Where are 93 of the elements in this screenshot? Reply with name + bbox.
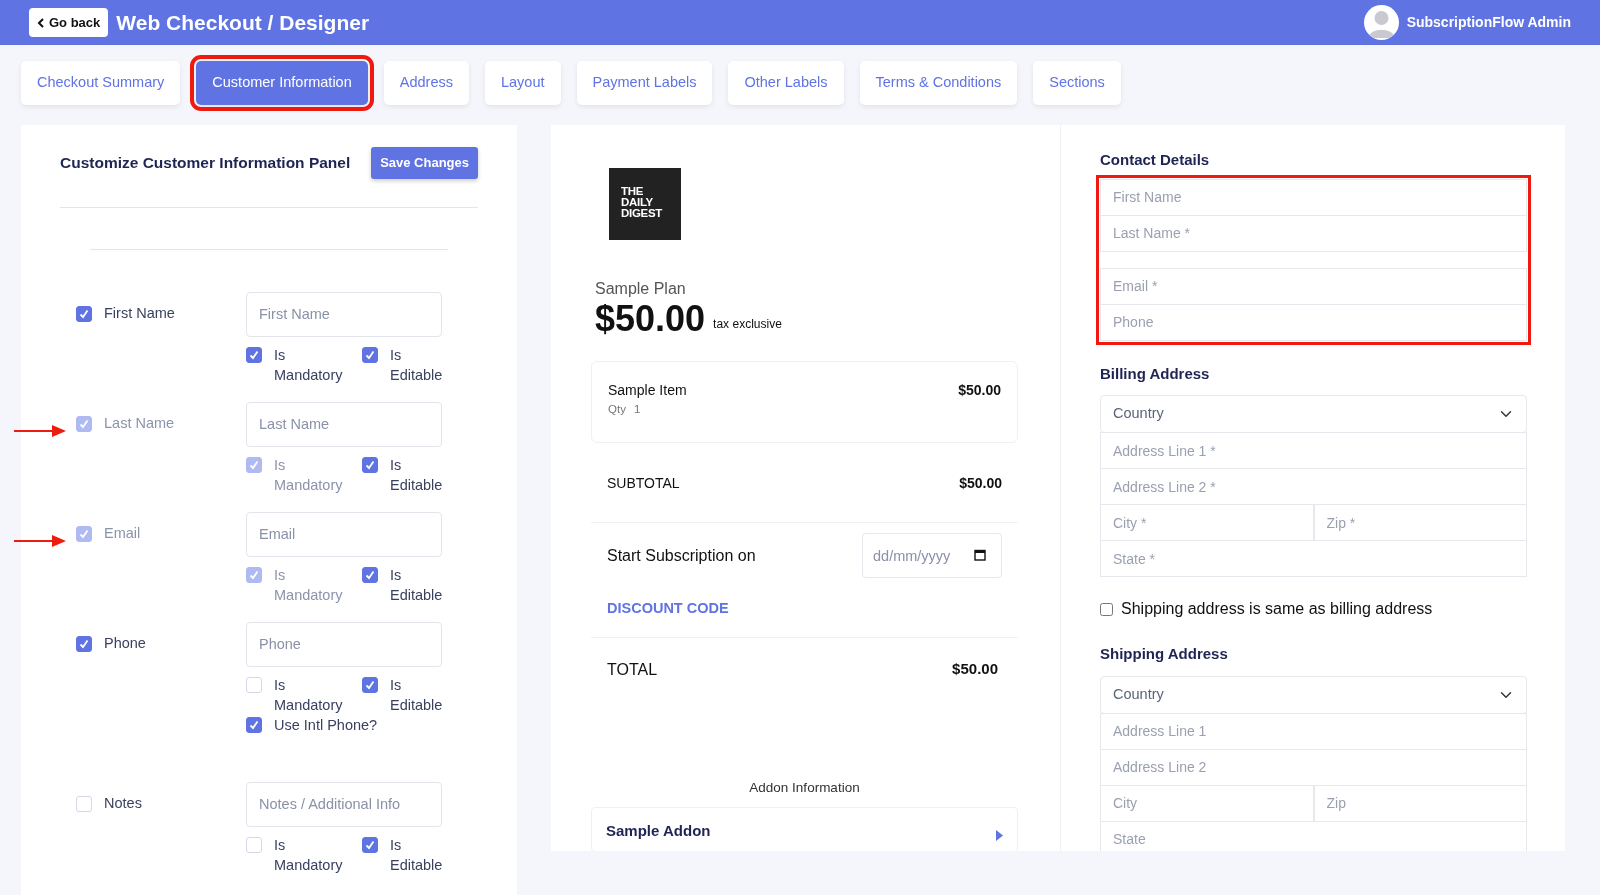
addon-row[interactable]: Sample Addon [591,807,1018,851]
calendar-icon[interactable] [974,549,986,561]
price: $50.00 [595,301,706,337]
qty-value: 1 [633,402,641,417]
checkbox-label: Shipping address is same as billing address [1121,599,1433,619]
back-button[interactable]: Go back [29,7,109,38]
option-label: Is Editable [390,565,443,605]
checkmark-icon [249,569,259,580]
item-name: Sample Item [608,381,687,400]
plan-name: Sample Plan [595,279,687,299]
checkbox[interactable] [76,306,92,322]
text-input[interactable]: City [1100,784,1314,822]
checkbox[interactable] [362,346,378,363]
discount-code-link[interactable]: DISCOUNT CODE [607,600,729,616]
checkmark-icon [365,459,375,470]
panel-title: Customize Customer Information Panel [60,153,351,173]
chevron-left-icon [37,17,45,28]
user-name[interactable]: SubscriptionFlow Admin [1406,12,1571,33]
tab[interactable]: Address [383,61,469,105]
option-label: Is Editable [390,675,443,715]
text-input[interactable]: Email * [1100,267,1527,305]
addon-heading: Addon Information [748,779,861,797]
checkmark-icon [249,459,259,470]
tab[interactable]: Layout [484,61,561,105]
option-label: Is Editable [390,835,443,875]
logo: THE DAILY DIGEST [609,168,681,240]
page-title: Web Checkout / Designer [116,9,370,36]
text-input[interactable]: Notes / Additional Info [246,781,442,827]
text-input[interactable]: City * [1100,504,1314,541]
avatar-icon [1363,5,1399,40]
save-changes-button[interactable]: Save Changes [371,147,478,179]
tab[interactable]: Payment Labels [576,61,713,105]
text-input[interactable]: Address Line 2 [1100,748,1527,786]
subtotal-label: SUBTOTAL [607,474,680,493]
section-heading: Billing Address [1100,363,1211,384]
price-note: tax exclusive [713,316,782,333]
checkbox[interactable] [76,636,92,652]
country-select[interactable]: Country [1100,675,1527,714]
total-label: TOTAL [607,660,658,680]
text-input[interactable]: Address Line 1 * [1100,432,1527,469]
checkbox[interactable] [246,716,262,733]
text-input[interactable]: Zip [1313,784,1527,822]
section-heading: Shipping Address [1100,644,1229,664]
tab[interactable]: Sections [1033,61,1121,105]
checkmark-icon [79,419,89,429]
checkbox[interactable] [246,346,262,363]
option-label: Is Mandatory [274,345,343,385]
tab[interactable]: Other Labels [728,61,844,105]
checkbox[interactable] [1100,602,1113,616]
checkmark-icon [365,349,375,360]
checkmark-icon [365,569,375,580]
checkmark-icon [79,529,89,539]
option-label: Is Editable [390,345,443,385]
text-input[interactable]: Address Line 2 * [1100,468,1527,505]
country-select[interactable]: Country [1100,395,1527,433]
field-label: Notes [104,794,142,814]
item-amount: $50.00 [958,381,1001,400]
text-input[interactable]: First Name [1100,178,1527,216]
text-input[interactable]: State * [1100,540,1527,577]
start-label: Start Subscription on [607,545,756,566]
tab[interactable]: Terms & Conditions [859,61,1018,105]
option-label: Is Editable [390,455,443,495]
field-label: First Name [104,304,175,324]
option-label: Use Intl Phone? [274,715,378,735]
text-input[interactable]: Zip * [1313,504,1527,541]
text-input[interactable]: Address Line 1 [1100,712,1527,750]
option-label: Is Mandatory [274,455,343,495]
checkmark-icon [249,719,259,730]
checkmark-icon [365,679,375,690]
checkbox[interactable] [362,836,378,853]
total-amount: $50.00 [952,659,998,679]
tab[interactable]: Checkout Summary [21,61,181,105]
option-label: Is Mandatory [274,675,343,715]
date-field[interactable]: dd/mm/yyyy [862,533,1002,578]
text-input[interactable]: First Name [246,291,442,337]
text-input[interactable]: State [1100,820,1527,851]
checkmark-icon [79,309,89,319]
checkbox[interactable] [362,676,378,693]
field-label: Email [104,524,141,544]
subtotal-amount: $50.00 [959,474,1002,493]
checkmark-icon [79,639,89,649]
qty-label: Qty [608,402,626,417]
text-input[interactable]: Phone [246,621,442,667]
text-input[interactable]: Phone [1100,303,1527,341]
text-input[interactable]: Last Name * [1100,214,1527,252]
option-label: Is Mandatory [274,565,343,605]
option-label: Is Mandatory [274,835,343,875]
section-heading: Contact Details [1100,150,1211,170]
checkmark-icon [365,839,375,850]
field-label: Last Name [104,414,175,434]
checkmark-icon [249,349,259,360]
caret-icon [996,830,1003,842]
field-label: Phone [104,634,146,654]
